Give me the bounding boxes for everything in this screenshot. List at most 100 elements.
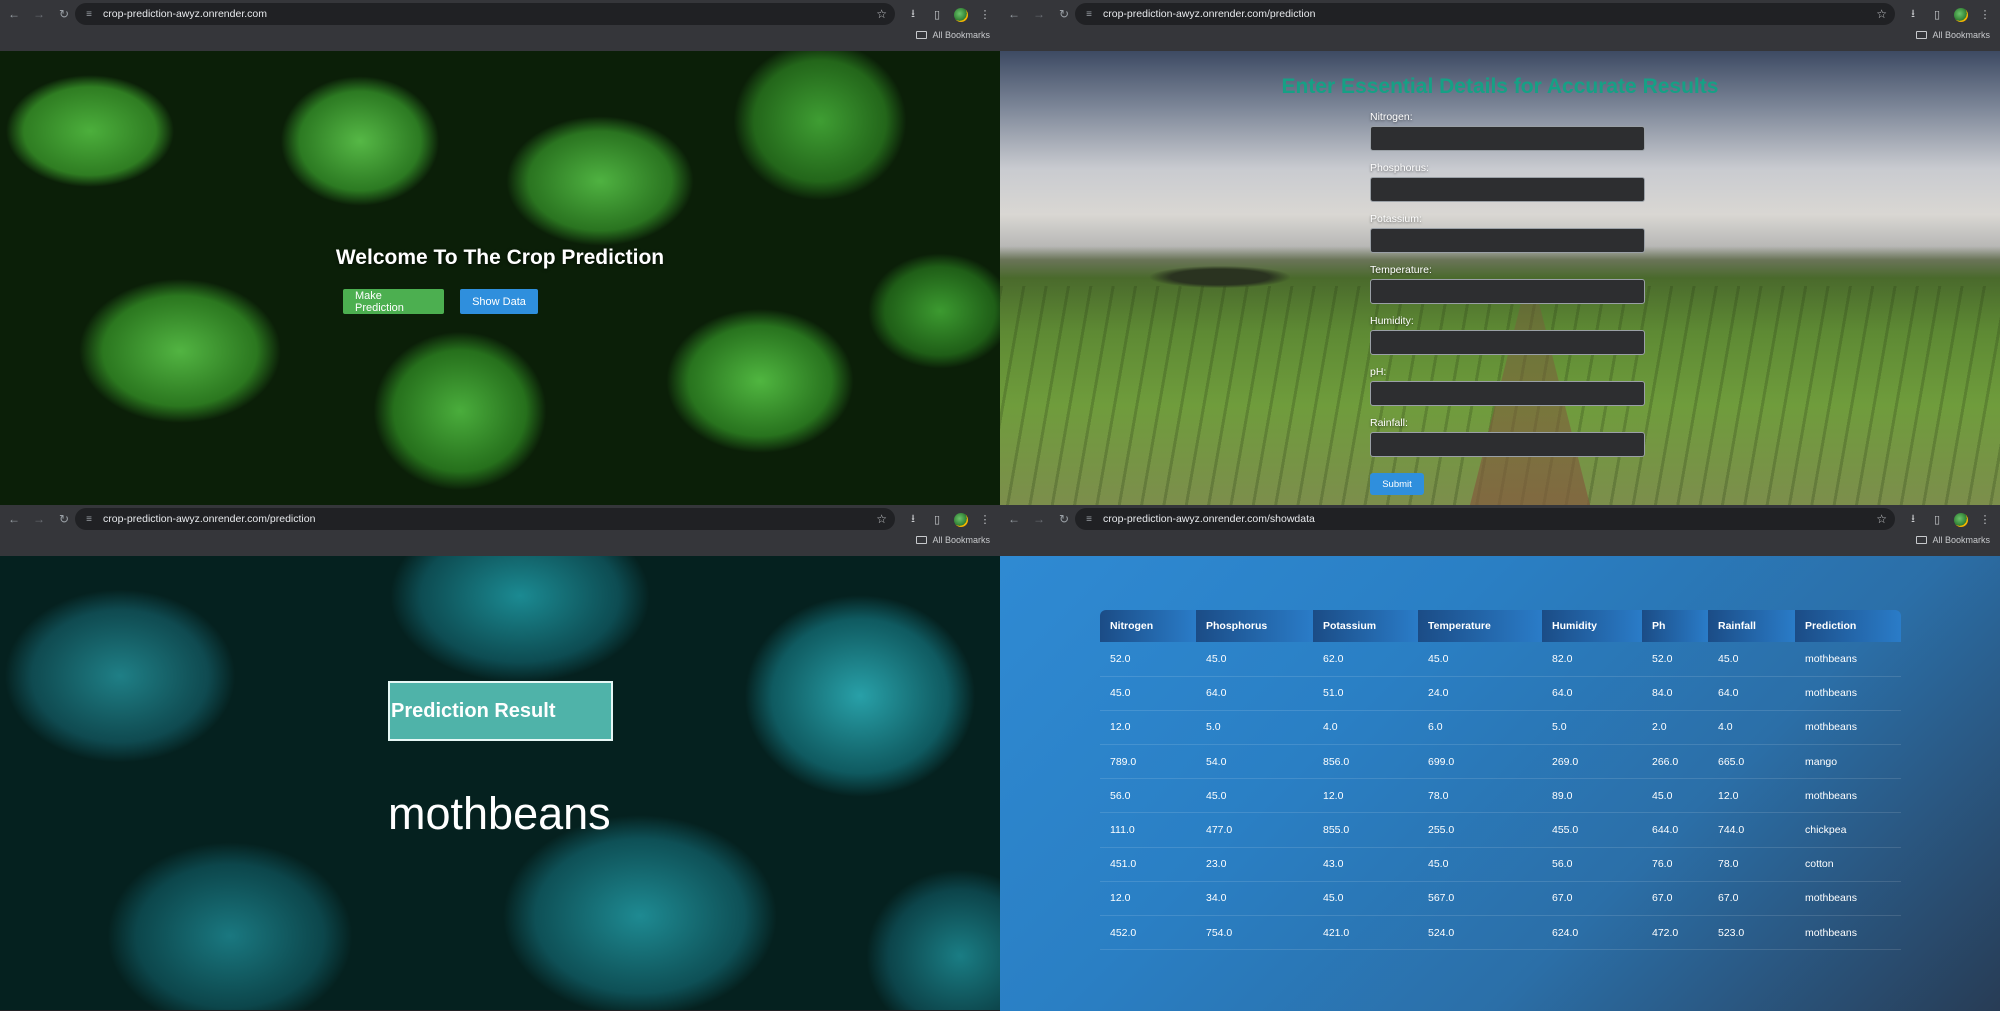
reload-icon[interactable]: ↻ bbox=[53, 508, 75, 530]
prediction-form: Nitrogen: Phosphorus: Potassium: Tempera… bbox=[1370, 111, 1646, 468]
profile-icon[interactable] bbox=[954, 7, 968, 22]
table-row: 111.0 477.0 855.0 255.0 455.0 644.0 744.… bbox=[1100, 812, 1901, 848]
reload-icon[interactable]: ↻ bbox=[53, 3, 75, 25]
table-cell: 744.0 bbox=[1708, 812, 1795, 848]
submit-button[interactable]: Submit bbox=[1370, 473, 1424, 495]
kebab-menu-icon[interactable]: ⋮ bbox=[978, 8, 992, 21]
bookmarks-bar-all[interactable]: All Bookmarks bbox=[1916, 30, 1990, 40]
side-panel-icon[interactable]: ▯ bbox=[930, 513, 944, 526]
header-humidity: Humidity bbox=[1542, 610, 1642, 642]
humidity-label: Humidity: bbox=[1370, 315, 1414, 327]
bookmarks-bar-all[interactable]: All Bookmarks bbox=[916, 535, 990, 545]
site-info-icon[interactable]: ≡ bbox=[1083, 8, 1095, 20]
table-cell: cotton bbox=[1795, 847, 1901, 882]
download-icon[interactable]: ⭳ bbox=[906, 510, 920, 529]
bookmarks-bar-all[interactable]: All Bookmarks bbox=[916, 30, 990, 40]
side-panel-icon[interactable]: ▯ bbox=[930, 8, 944, 21]
forward-arrow-icon[interactable]: → bbox=[28, 508, 50, 530]
table-cell: 45.0 bbox=[1196, 642, 1313, 677]
table-cell: 43.0 bbox=[1313, 847, 1418, 882]
table-cell: 45.0 bbox=[1313, 881, 1418, 917]
address-bar[interactable]: ≡ crop-prediction-awyz.onrender.com ☆ bbox=[75, 3, 895, 25]
table-cell: 45.0 bbox=[1418, 847, 1542, 882]
show-data-button[interactable]: Show Data bbox=[460, 289, 538, 314]
back-arrow-icon[interactable]: ← bbox=[1003, 3, 1025, 25]
side-panel-icon[interactable]: ▯ bbox=[1930, 8, 1944, 21]
table-cell: 67.0 bbox=[1708, 881, 1795, 917]
reload-icon[interactable]: ↻ bbox=[1053, 508, 1075, 530]
form-title: Enter Essential Details for Accurate Res… bbox=[1281, 75, 1719, 98]
make-prediction-button[interactable]: Make Prediction bbox=[343, 289, 444, 314]
table-row: 45.0 64.0 51.0 24.0 64.0 84.0 64.0 mothb… bbox=[1100, 676, 1901, 711]
forward-arrow-icon[interactable]: → bbox=[28, 3, 50, 25]
folder-icon bbox=[916, 536, 928, 544]
table-cell: 856.0 bbox=[1313, 744, 1418, 780]
table-cell: 56.0 bbox=[1100, 778, 1196, 814]
bookmarks-label: All Bookmarks bbox=[932, 535, 990, 545]
back-arrow-icon[interactable]: ← bbox=[1003, 508, 1025, 530]
table-row: 12.0 34.0 45.0 567.0 67.0 67.0 67.0 moth… bbox=[1100, 881, 1901, 917]
download-icon[interactable]: ⭳ bbox=[1906, 5, 1920, 24]
site-info-icon[interactable]: ≡ bbox=[83, 8, 95, 20]
nitrogen-input[interactable] bbox=[1370, 126, 1645, 151]
table-cell: 64.0 bbox=[1196, 676, 1313, 711]
table-cell: 452.0 bbox=[1100, 915, 1196, 951]
browser-toolbar: ← → ↻ ≡ crop-prediction-awyz.onrender.co… bbox=[1000, 0, 2000, 28]
table-cell: mothbeans bbox=[1795, 676, 1901, 711]
address-bar[interactable]: ≡ crop-prediction-awyz.onrender.com/show… bbox=[1075, 508, 1895, 530]
header-nitrogen: Nitrogen bbox=[1100, 610, 1196, 642]
bookmarks-bar-all[interactable]: All Bookmarks bbox=[1916, 535, 1990, 545]
download-icon[interactable]: ⭳ bbox=[906, 5, 920, 24]
table-cell: 855.0 bbox=[1313, 812, 1418, 848]
reload-icon[interactable]: ↻ bbox=[1053, 3, 1075, 25]
table-cell: 51.0 bbox=[1313, 676, 1418, 711]
star-icon[interactable]: ☆ bbox=[1876, 512, 1887, 526]
side-panel-icon[interactable]: ▯ bbox=[1930, 513, 1944, 526]
table-row: 56.0 45.0 12.0 78.0 89.0 45.0 12.0 mothb… bbox=[1100, 778, 1901, 814]
table-cell: 524.0 bbox=[1418, 915, 1542, 951]
table-cell: 2.0 bbox=[1642, 710, 1708, 746]
site-info-icon[interactable]: ≡ bbox=[83, 513, 95, 525]
back-arrow-icon[interactable]: ← bbox=[3, 508, 25, 530]
browser-chrome: ← → ↻ ≡ crop-prediction-awyz.onrender.co… bbox=[0, 0, 1000, 51]
table-cell: 24.0 bbox=[1418, 676, 1542, 711]
forward-arrow-icon[interactable]: → bbox=[1028, 3, 1050, 25]
page-home: Welcome To The Crop Prediction Make Pred… bbox=[0, 51, 1000, 505]
forward-arrow-icon[interactable]: → bbox=[1028, 508, 1050, 530]
folder-icon bbox=[1916, 31, 1928, 39]
table-cell: 67.0 bbox=[1642, 881, 1708, 917]
star-icon[interactable]: ☆ bbox=[876, 512, 887, 526]
rainfall-input[interactable] bbox=[1370, 432, 1645, 457]
back-arrow-icon[interactable]: ← bbox=[3, 3, 25, 25]
phosphorus-input[interactable] bbox=[1370, 177, 1645, 202]
kebab-menu-icon[interactable]: ⋮ bbox=[978, 513, 992, 526]
profile-icon[interactable] bbox=[1954, 7, 1968, 22]
table-cell: 52.0 bbox=[1642, 642, 1708, 677]
site-info-icon[interactable]: ≡ bbox=[1083, 513, 1095, 525]
address-bar-url: crop-prediction-awyz.onrender.com/predic… bbox=[1103, 8, 1316, 20]
potassium-input[interactable] bbox=[1370, 228, 1645, 253]
table-row: 52.0 45.0 62.0 45.0 82.0 52.0 45.0 mothb… bbox=[1100, 642, 1901, 677]
temperature-input[interactable] bbox=[1370, 279, 1645, 304]
table-cell: 67.0 bbox=[1542, 881, 1642, 917]
table-cell: 421.0 bbox=[1313, 915, 1418, 951]
star-icon[interactable]: ☆ bbox=[876, 7, 887, 21]
table-cell: 451.0 bbox=[1100, 847, 1196, 882]
profile-icon[interactable] bbox=[1954, 512, 1968, 527]
ph-input[interactable] bbox=[1370, 381, 1645, 406]
page-prediction-result: Prediction Result mothbeans bbox=[0, 556, 1000, 1010]
humidity-input[interactable] bbox=[1370, 330, 1645, 355]
address-bar[interactable]: ≡ crop-prediction-awyz.onrender.com/pred… bbox=[1075, 3, 1895, 25]
table-cell: 23.0 bbox=[1196, 847, 1313, 882]
page-title: Welcome To The Crop Prediction bbox=[335, 246, 665, 269]
folder-icon bbox=[1916, 536, 1928, 544]
browser-toolbar: ← → ↻ ≡ crop-prediction-awyz.onrender.co… bbox=[0, 505, 1000, 533]
download-icon[interactable]: ⭳ bbox=[1906, 510, 1920, 529]
profile-icon[interactable] bbox=[954, 512, 968, 527]
table-cell: mothbeans bbox=[1795, 642, 1901, 677]
kebab-menu-icon[interactable]: ⋮ bbox=[1978, 8, 1992, 21]
address-bar[interactable]: ≡ crop-prediction-awyz.onrender.com/pred… bbox=[75, 508, 895, 530]
star-icon[interactable]: ☆ bbox=[1876, 7, 1887, 21]
table-row: 452.0 754.0 421.0 524.0 624.0 472.0 523.… bbox=[1100, 915, 1901, 951]
kebab-menu-icon[interactable]: ⋮ bbox=[1978, 513, 1992, 526]
